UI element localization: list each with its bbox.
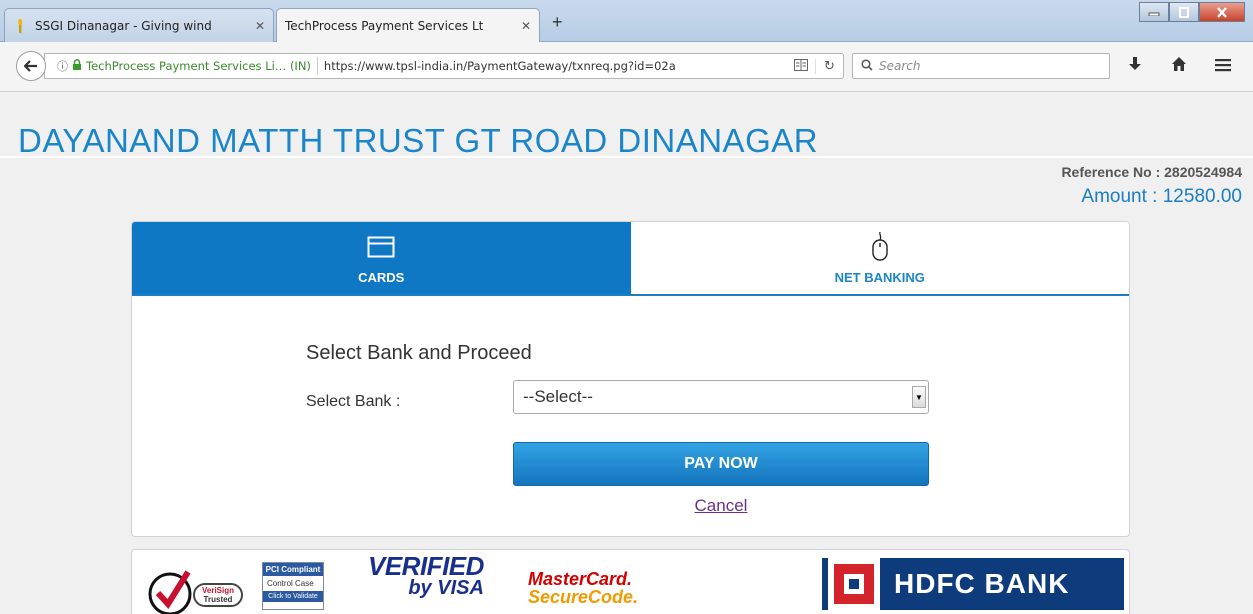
back-arrow-icon [24, 60, 37, 72]
payment-method-tabs: CARDS NET BANKING [132, 222, 1129, 296]
browser-tab-techprocess[interactable]: TechProcess Payment Services Lt ✕ [276, 8, 540, 42]
hdfc-mark-icon [828, 558, 880, 610]
security-logos-bar: VeriSign Trusted PCI Compliant Control C… [131, 549, 1130, 614]
card-icon [367, 232, 395, 262]
site-identity[interactable]: TechProcess Payment Services Li… (IN) [86, 59, 311, 73]
search-input[interactable]: Search [852, 53, 1110, 79]
verified-by-visa-logo[interactable]: VERIFIED by VISA [368, 551, 484, 599]
pci-middle: Control Case [267, 579, 314, 588]
amount: Amount : 12580.00 [1081, 186, 1242, 207]
vbv-line2: by VISA [408, 576, 484, 599]
trusted-text: Trusted [204, 595, 233, 604]
tab-close-icon[interactable]: ✕ [521, 19, 531, 33]
maximize-button[interactable] [1169, 2, 1199, 22]
close-window-button[interactable] [1199, 2, 1245, 22]
window-controls [1139, 2, 1245, 22]
tab-net-banking[interactable]: NET BANKING [630, 222, 1129, 294]
pay-now-button[interactable]: PAY NOW [513, 442, 929, 486]
home-icon[interactable] [1171, 56, 1187, 77]
menu-icon[interactable] [1215, 56, 1231, 77]
cancel-link-wrap: Cancel [132, 496, 1129, 516]
lock-icon [72, 59, 82, 73]
browser-tab-ssgi[interactable]: SSGI Dinanagar - Giving wind ✕ [4, 8, 274, 42]
minimize-button[interactable] [1139, 2, 1169, 22]
url-text[interactable]: https://www.tpsl-india.in/PaymentGateway… [324, 59, 787, 73]
mc-line2: SecureCode. [528, 587, 639, 607]
tab-close-icon[interactable]: ✕ [255, 19, 265, 33]
back-button[interactable] [16, 51, 46, 81]
info-icon[interactable]: ⓘ [57, 58, 68, 74]
dropdown-arrow-icon[interactable]: ▼ [912, 386, 926, 408]
url-separator [316, 57, 318, 75]
browser-titlebar: SSGI Dinanagar - Giving wind ✕ TechProce… [0, 0, 1253, 42]
cancel-link[interactable]: Cancel [695, 496, 748, 515]
new-tab-button[interactable]: + [552, 12, 563, 33]
tab-cards[interactable]: CARDS [132, 222, 631, 294]
vbv-line1: VERIFIED [368, 551, 484, 581]
pci-footer: Click to Validate [263, 591, 323, 602]
pci-header: PCI Compliant [263, 563, 323, 576]
pci-compliant-logo[interactable]: PCI Compliant Control Case Click to Vali… [262, 562, 324, 610]
select-value: --Select-- [523, 387, 593, 406]
merchant-name: DAYANAND MATTH TRUST GT ROAD DINANAGAR [18, 122, 819, 159]
section-title: Select Bank and Proceed [306, 342, 532, 364]
tab-label: CARDS [358, 269, 405, 285]
hdfc-bank-logo[interactable]: HDFC BANK [822, 558, 1124, 610]
candle-favicon-icon [13, 18, 27, 33]
payment-page: DAYANAND MATTH TRUST GT ROAD DINANAGAR R… [0, 92, 1253, 614]
tab-label: NET BANKING [834, 269, 925, 285]
mastercard-securecode-logo[interactable]: MasterCard. SecureCode. [528, 570, 638, 606]
search-placeholder: Search [879, 59, 921, 73]
reference-number: Reference No : 2820524984 [1061, 164, 1242, 180]
browser-tab-title: SSGI Dinanagar - Giving wind [35, 18, 212, 33]
verisign-trusted-logo[interactable]: VeriSign Trusted [146, 560, 246, 614]
mc-line1: MasterCard. [528, 569, 633, 589]
browser-tab-title: TechProcess Payment Services Lt [285, 18, 484, 33]
header-divider [0, 156, 1253, 158]
browser-navbar: ⓘ TechProcess Payment Services Li… (IN) … [0, 42, 1253, 92]
hdfc-name: HDFC BANK [894, 568, 1070, 599]
select-bank-label: Select Bank : [306, 393, 401, 410]
reader-view-icon[interactable] [787, 58, 815, 74]
downloads-icon[interactable] [1128, 56, 1142, 77]
reload-icon[interactable]: ↻ [815, 58, 843, 74]
search-icon [861, 58, 873, 74]
verisign-text: VeriSign [202, 586, 234, 595]
mouse-icon [870, 231, 890, 262]
url-bar[interactable]: ⓘ TechProcess Payment Services Li… (IN) … [44, 53, 844, 79]
select-bank-dropdown[interactable]: --Select-- ▼ [513, 380, 929, 414]
payment-panel: CARDS NET BANKING Select Bank and Procee… [131, 221, 1130, 537]
